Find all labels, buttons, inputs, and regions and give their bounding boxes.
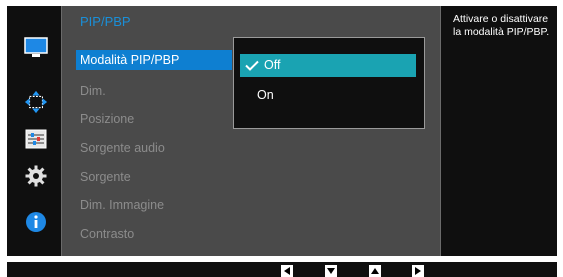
menu-item-position[interactable]: Posizione bbox=[80, 109, 134, 129]
gear-icon[interactable] bbox=[24, 164, 48, 188]
sidebar bbox=[7, 6, 61, 256]
menu-item-audio-source[interactable]: Sorgente audio bbox=[80, 138, 165, 158]
pip-pbp-mode-dropdown: Off On bbox=[233, 37, 425, 129]
option-on-label: On bbox=[257, 88, 274, 102]
option-off[interactable]: Off bbox=[240, 54, 416, 77]
option-on[interactable]: On bbox=[240, 84, 416, 107]
help-text: Attivare o disattivare la modalità PIP/P… bbox=[453, 13, 550, 38]
down-arrow-icon[interactable] bbox=[325, 265, 337, 277]
settings-sliders-icon[interactable] bbox=[24, 127, 48, 151]
menu-item-source[interactable]: Sorgente bbox=[80, 167, 131, 187]
menu-item-image-size[interactable]: Dim. Immagine bbox=[80, 195, 164, 215]
up-arrow-icon[interactable] bbox=[369, 265, 381, 277]
menu-item-size[interactable]: Dim. bbox=[80, 81, 106, 101]
menu-title: PIP/PBP bbox=[80, 14, 131, 29]
right-arrow-icon[interactable] bbox=[412, 265, 424, 277]
checkmark-icon bbox=[245, 54, 259, 85]
monitor-icon[interactable] bbox=[24, 36, 48, 60]
info-icon[interactable] bbox=[24, 210, 48, 234]
option-off-label: Off bbox=[264, 58, 281, 72]
position-arrows-icon[interactable] bbox=[24, 90, 48, 114]
menu-item-contrast[interactable]: Contrasto bbox=[80, 224, 134, 244]
menu-item-pip-pbp-mode[interactable]: Modalità PIP/PBP bbox=[76, 50, 232, 70]
left-arrow-icon[interactable] bbox=[281, 265, 293, 277]
